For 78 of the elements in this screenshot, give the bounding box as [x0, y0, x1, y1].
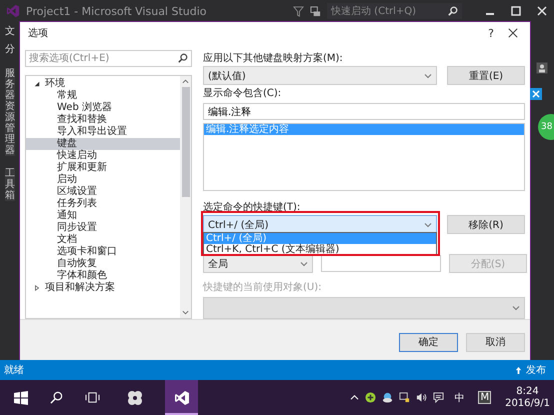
network-icon[interactable] [399, 392, 410, 403]
pinwheel-icon [126, 390, 142, 406]
cancel-button[interactable]: 取消 [466, 332, 525, 352]
tree-item[interactable]: 同步设置 [26, 222, 180, 234]
chevron-up-icon[interactable] [350, 394, 360, 401]
reset-button[interactable]: 重置(E) [447, 66, 525, 85]
window-title: Project1 - Microsoft Visual Studio [26, 4, 207, 18]
search-icon [448, 6, 458, 16]
side-tab[interactable]: 服务器资源管理器 [5, 68, 15, 156]
plus-circle-icon[interactable] [365, 392, 376, 403]
account-icon[interactable] [536, 62, 548, 74]
shortcut-dropdown[interactable]: Ctrl+/ (全局) [203, 215, 437, 234]
collapsed-arrow-icon[interactable] [34, 285, 40, 291]
dropdown-caret-icon [512, 305, 520, 311]
input-method-indicator[interactable]: 中 [454, 390, 464, 404]
field-label: 选定命令的快捷键(T): [203, 201, 302, 215]
cloud-icon[interactable] [382, 392, 394, 403]
scroll-up-icon [182, 78, 189, 85]
scrollbar[interactable] [180, 76, 191, 318]
tree-item[interactable]: 导入和导出设置 [26, 126, 180, 138]
ok-button[interactable]: 确定 [399, 332, 458, 352]
scroll-down-icon [182, 309, 189, 316]
close-icon[interactable] [508, 28, 518, 38]
scroll-thumb[interactable] [182, 87, 190, 197]
scheme-dropdown[interactable]: (默认值) [203, 66, 437, 85]
count-badge: 38 [538, 114, 554, 140]
search-icon[interactable] [50, 391, 63, 404]
maximize-icon[interactable] [510, 5, 522, 17]
clock-time[interactable]: 8:24 [516, 386, 539, 398]
notification-icon[interactable] [433, 392, 444, 403]
search-field[interactable]: 搜索选项(Ctrl+E) [25, 50, 192, 67]
tree-item[interactable]: 快速启动 [26, 150, 180, 162]
tree-item[interactable]: 选项卡和窗口 [26, 246, 180, 258]
dropdown-caret-icon [300, 260, 308, 266]
tree-item[interactable]: Web 浏览器 [26, 102, 180, 114]
tree-item[interactable]: 字体和颜色 [26, 270, 180, 282]
field-label: 显示命令包含(C): [203, 87, 282, 101]
speaker-icon[interactable] [416, 392, 428, 403]
tree-item[interactable]: 项目和解决方案 [45, 282, 115, 294]
tree-item[interactable]: 文档 [26, 234, 180, 246]
tree-item[interactable]: 扩展和更新 [26, 162, 180, 174]
remove-button[interactable]: 移除(R) [447, 215, 525, 234]
dropdown-caret-icon [424, 72, 432, 78]
quick-launch-field[interactable]: 快速启动 (Ctrl+Q) [327, 3, 462, 19]
tree-item[interactable]: 自动恢复 [26, 258, 180, 270]
dialog-title: 选项 [28, 26, 48, 40]
task-view-icon[interactable] [85, 391, 100, 404]
taskbar-app[interactable] [165, 380, 198, 415]
menu-item[interactable]: 文 [5, 24, 15, 38]
tree-item[interactable]: 键盘 [26, 138, 180, 150]
dropdown-caret-icon [424, 222, 432, 228]
tree-item[interactable]: 任务列表 [26, 198, 180, 210]
expanded-arrow-icon[interactable] [34, 81, 40, 87]
filter-icon[interactable] [293, 6, 304, 16]
clock-date[interactable]: 2016/9/1 [505, 398, 550, 410]
vs-logo-icon [174, 390, 190, 406]
feedback-icon[interactable] [310, 6, 321, 16]
shortcut-key-field[interactable] [321, 255, 441, 272]
vs-logo-icon [6, 4, 20, 18]
tree-item[interactable]: 查找和替换 [26, 114, 180, 126]
tree-item[interactable]: 常规 [26, 90, 180, 102]
search-icon [178, 53, 188, 63]
status-text: 就绪 [4, 364, 24, 377]
tree-item[interactable]: 环境 [45, 78, 65, 90]
side-tab[interactable]: 工具箱 [5, 168, 15, 201]
windows-start-icon[interactable] [14, 390, 28, 404]
menu-item[interactable]: 分 [5, 42, 15, 56]
field-label: 快捷键的当前使用对象(U): [203, 281, 322, 295]
tree-item[interactable]: 区域设置 [26, 186, 180, 198]
field-label: 应用以下其他键盘映射方案(M): [203, 52, 344, 66]
help-button[interactable]: ? [488, 26, 494, 40]
up-arrow-icon [515, 366, 522, 374]
command-filter-field[interactable]: 编辑.注释 [203, 103, 525, 120]
dropdown-option[interactable]: Ctrl+K, Ctrl+C (文本编辑器) [204, 244, 436, 255]
tree-item[interactable]: 启动 [26, 174, 180, 186]
publish-button[interactable]: 发布 [526, 363, 546, 377]
tree-item[interactable]: 通知 [26, 210, 180, 222]
keyboard-indicator[interactable]: M [478, 391, 492, 404]
